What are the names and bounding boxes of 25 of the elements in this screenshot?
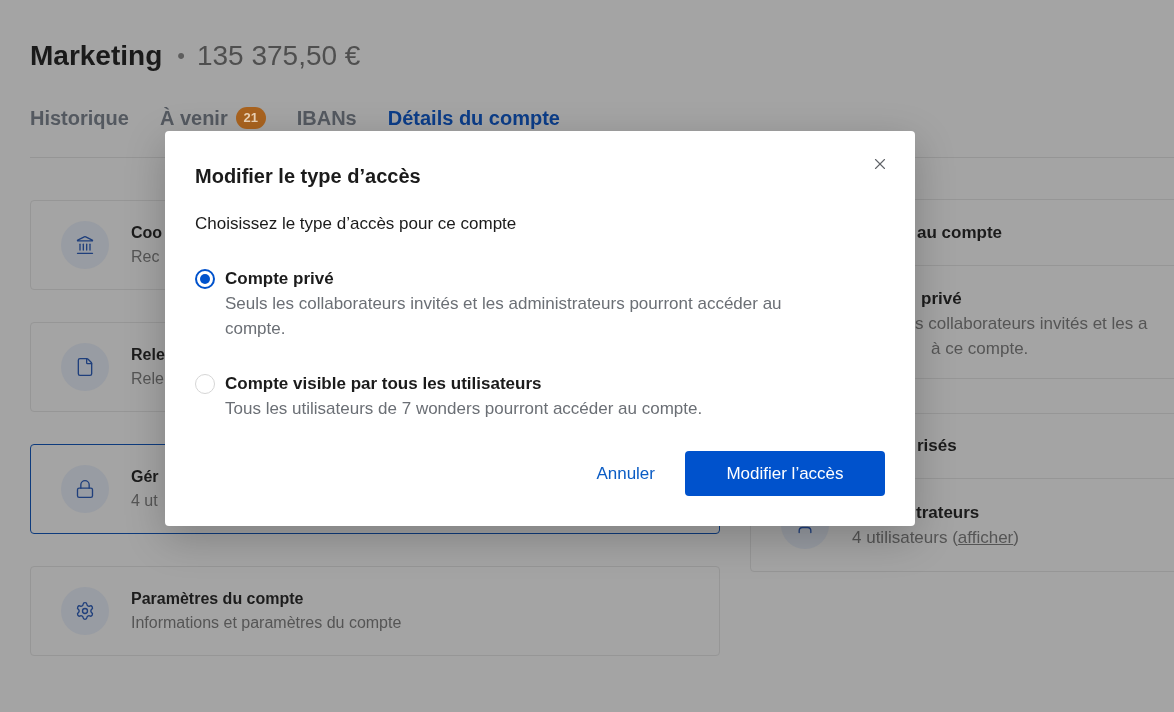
row-description: à ce compte. xyxy=(931,338,1030,360)
dialog-prompt: Choisissez le type d’accès pour ce compte xyxy=(195,213,518,235)
card-title: Rele xyxy=(131,345,165,365)
card-subtitle: 4 ut xyxy=(131,491,159,511)
row-description: 4 utilisateurs (afficher) xyxy=(852,527,1019,549)
option-label: Compte privé xyxy=(225,268,335,290)
option-description: Seuls les collaborateurs invités et les administrateurs pourront accéder au compte. xyxy=(225,293,783,340)
row-description: s collaborateurs invités et les a xyxy=(915,313,1149,335)
dialog-title: Modifier le type d’accès xyxy=(195,164,421,188)
option-label: Compte visible par tous les utilisateurs xyxy=(225,373,543,395)
card-title: Coo xyxy=(131,223,163,243)
card-subtitle: Informations et paramètres du compte xyxy=(131,613,402,633)
card-subtitle: Rele xyxy=(131,369,165,389)
row-title: privé xyxy=(921,288,963,310)
row-title: trateurs xyxy=(916,502,981,524)
card-subtitle: Rec xyxy=(131,247,161,267)
card-title: Paramètres du compte xyxy=(131,589,305,609)
option-description: Tous les utilisateurs de 7 wonders pourront accéder au compte. xyxy=(225,398,703,420)
panel-heading: au compte xyxy=(917,221,1003,244)
card-title: Gér xyxy=(131,467,159,487)
separator-dot: • xyxy=(177,44,185,68)
account-title: Marketing xyxy=(30,39,163,73)
balance-amount: 135 375,50 € xyxy=(196,39,361,73)
panel-heading: risés xyxy=(917,435,957,457)
count-badge: 21 xyxy=(235,107,266,129)
